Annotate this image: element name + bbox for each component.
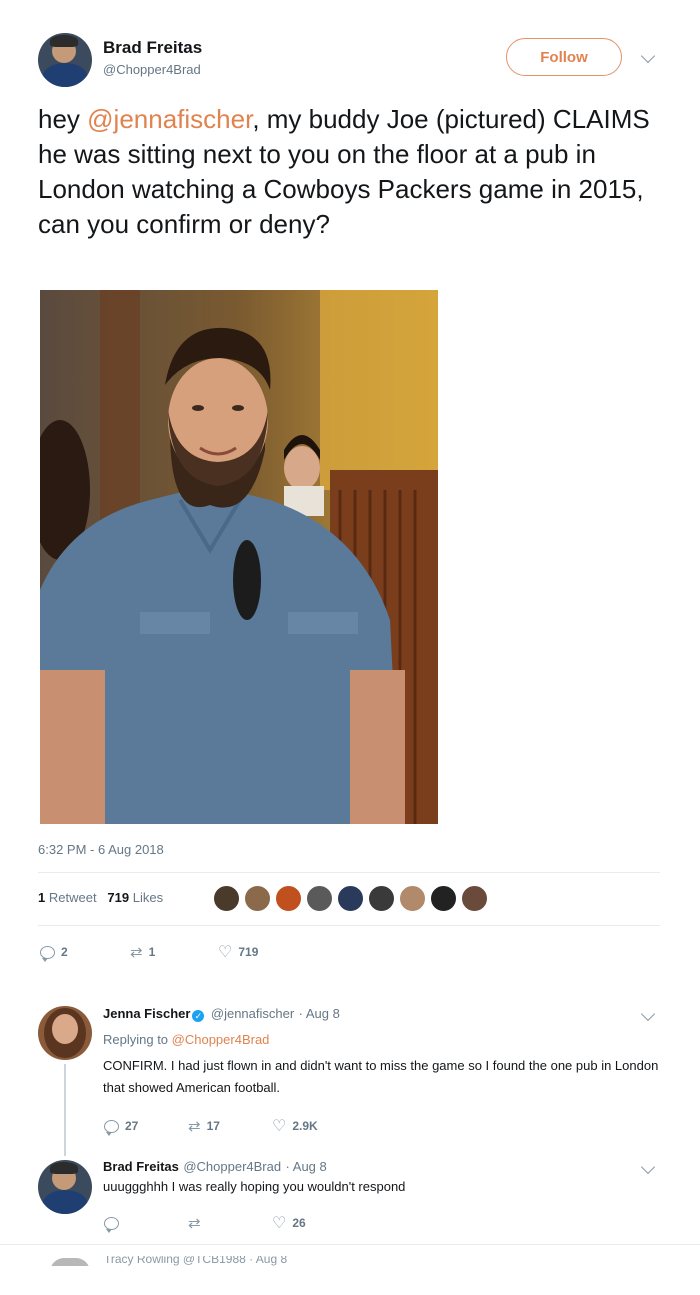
liker-avatar[interactable]	[429, 884, 458, 913]
chevron-down-icon[interactable]	[640, 1006, 656, 1022]
heart-icon: ♡	[218, 944, 233, 961]
likes-count[interactable]: 719	[107, 890, 129, 905]
thread-line	[64, 1064, 66, 1156]
reply-author-name[interactable]: Brad Freitas	[103, 1159, 179, 1174]
reply-text: uuuggghhh I was really hoping you wouldn…	[103, 1179, 406, 1194]
likes-label[interactable]: Likes	[133, 890, 163, 905]
reply-author-name[interactable]: Jenna Fischer	[103, 1006, 190, 1021]
divider	[38, 872, 660, 873]
reply-avatar[interactable]	[50, 1258, 90, 1266]
reply-actions: 27 ⇄ 17 ♡ 2.9K	[104, 1116, 318, 1136]
tweet-text: hey @jennafischer, my buddy Joe (picture…	[38, 102, 658, 242]
reply-author-handle[interactable]: @Chopper4Brad	[183, 1159, 281, 1174]
chevron-down-icon[interactable]	[640, 48, 656, 64]
engagement-stats: 1 Retweet 719 Likes	[38, 890, 163, 905]
like-button[interactable]: ♡ 719	[218, 942, 258, 962]
retweet-icon: ⇄	[130, 944, 143, 961]
reply-icon	[104, 1119, 119, 1136]
reply-avatar[interactable]	[38, 1160, 92, 1214]
like-count: 2.9K	[292, 1119, 318, 1133]
reply-header: Brad Freitas @Chopper4Brad · Aug 8	[103, 1158, 327, 1176]
author-handle[interactable]: @Chopper4Brad	[103, 62, 201, 77]
reply-icon	[40, 945, 55, 962]
replying-to: Replying to @Chopper4Brad	[103, 1032, 269, 1047]
reply-icon	[104, 1216, 119, 1233]
liker-avatars[interactable]	[212, 884, 489, 914]
reply-button[interactable]	[104, 1216, 188, 1233]
liker-avatar[interactable]	[460, 884, 489, 913]
liker-avatar[interactable]	[398, 884, 427, 913]
reply-button[interactable]: 27	[104, 1119, 188, 1136]
heart-icon: ♡	[272, 1215, 287, 1232]
like-count: 26	[292, 1216, 306, 1230]
next-reply-header: Tracy Rowling @TCB1988 · Aug 8	[104, 1256, 288, 1266]
reply-avatar[interactable]	[38, 1006, 92, 1060]
reply-header: Jenna Fischer ✓ @jennafischer · Aug 8	[103, 1005, 340, 1023]
author-name[interactable]: Brad Freitas	[103, 38, 202, 58]
like-button[interactable]: ♡ 26	[272, 1213, 306, 1233]
like-count: 719	[238, 945, 259, 959]
divider	[38, 925, 660, 926]
replying-to-handle[interactable]: @Chopper4Brad	[172, 1032, 270, 1047]
tweet-actions: 2 ⇄ 1 ♡ 719	[40, 942, 258, 962]
reply-date[interactable]: · Aug 8	[299, 1006, 340, 1021]
photo-of-man-icon	[40, 290, 438, 824]
reply-date[interactable]: · Aug 8	[286, 1159, 327, 1174]
replying-to-label: Replying to	[103, 1032, 172, 1047]
retweets-count[interactable]: 1	[38, 890, 45, 905]
retweet-icon: ⇄	[188, 1215, 201, 1232]
reply-text: CONFIRM. I had just flown in and didn't …	[103, 1058, 659, 1095]
retweet-count: 17	[206, 1119, 220, 1133]
reply-count: 27	[125, 1119, 139, 1133]
reply-author-handle[interactable]: @jennafischer	[211, 1006, 294, 1021]
tweet-photo[interactable]	[40, 290, 438, 824]
liker-avatar[interactable]	[305, 884, 334, 913]
author-avatar[interactable]	[38, 33, 92, 87]
retweet-count: 1	[148, 945, 156, 959]
heart-icon: ♡	[272, 1118, 287, 1135]
tweet-text-start: hey	[38, 104, 88, 134]
like-button[interactable]: ♡ 2.9K	[272, 1116, 318, 1136]
retweet-button[interactable]: ⇄ 1	[130, 943, 218, 961]
liker-avatar[interactable]	[243, 884, 272, 913]
retweet-icon: ⇄	[188, 1118, 201, 1135]
reply-actions: ⇄ ♡ 26	[104, 1213, 306, 1233]
retweet-button[interactable]: ⇄ 17	[188, 1117, 272, 1135]
mention-link[interactable]: @jennafischer	[87, 104, 252, 134]
next-reply-partial[interactable]: Tracy Rowling @TCB1988 · Aug 8	[50, 1256, 660, 1266]
verified-badge-icon: ✓	[192, 1010, 205, 1022]
reply-button[interactable]: 2	[40, 945, 130, 962]
retweet-button[interactable]: ⇄	[188, 1214, 272, 1232]
liker-avatar[interactable]	[212, 884, 241, 913]
liker-avatar[interactable]	[367, 884, 396, 913]
chevron-down-icon[interactable]	[640, 1159, 656, 1175]
liker-avatar[interactable]	[336, 884, 365, 913]
liker-avatar[interactable]	[274, 884, 303, 913]
tweet-timestamp[interactable]: 6:32 PM - 6 Aug 2018	[38, 842, 164, 857]
retweets-label[interactable]: Retweet	[49, 890, 97, 905]
divider	[0, 1244, 700, 1245]
reply-count: 2	[61, 945, 68, 959]
follow-button[interactable]: Follow	[506, 38, 622, 76]
